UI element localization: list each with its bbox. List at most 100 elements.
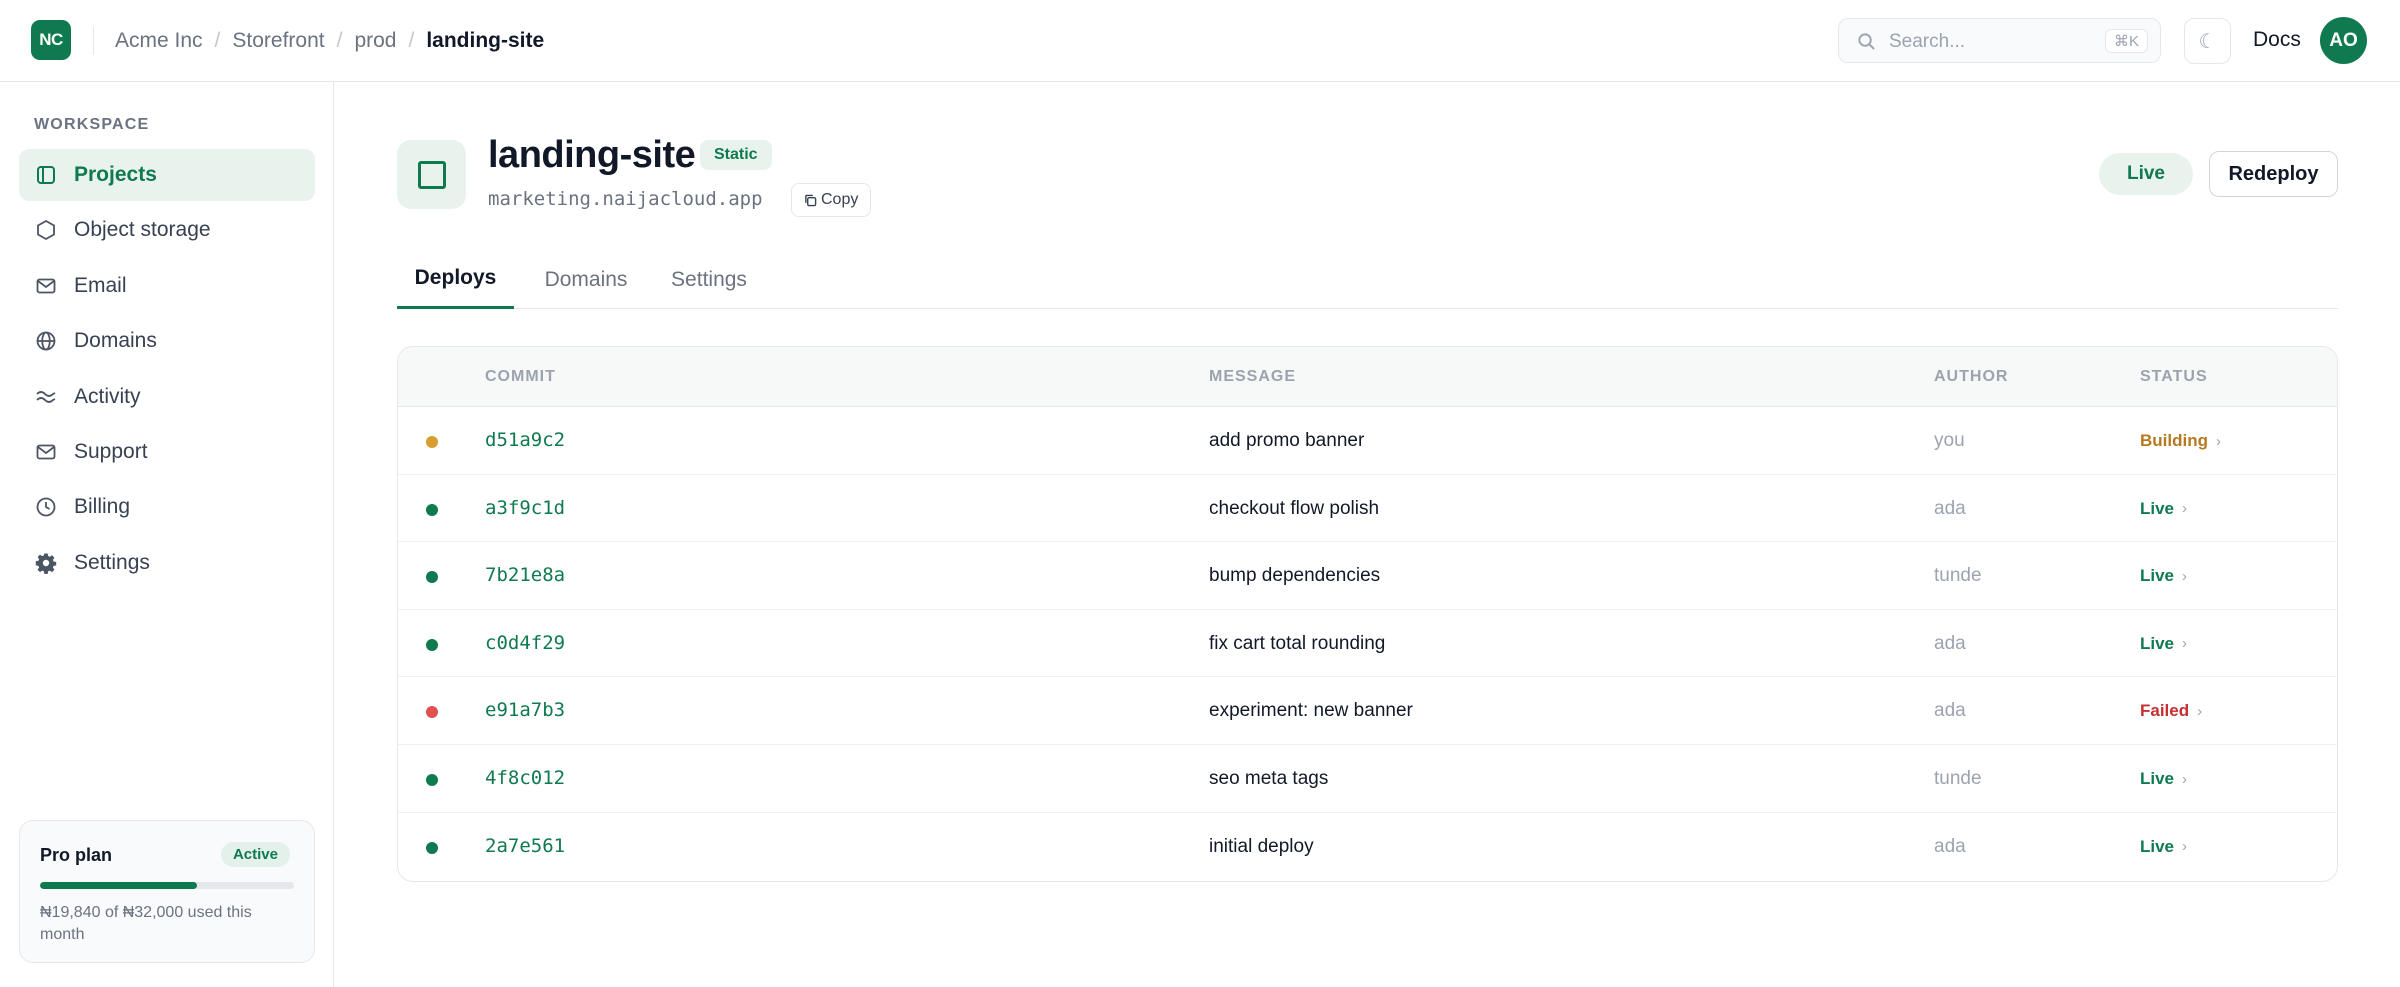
commit-message: bump dependencies bbox=[1209, 565, 1381, 587]
table-row[interactable]: c0d4f29 fix cart total rounding ada Live › bbox=[398, 610, 2337, 678]
sidebar-nav: Projects Object storage Email Domains Ac… bbox=[19, 149, 315, 592]
plan-name: Pro plan bbox=[40, 845, 113, 865]
project-url: marketing.naijacloud.app bbox=[488, 188, 763, 210]
table-row[interactable]: d51a9c2 add promo banner you Building › bbox=[398, 407, 2337, 475]
top-bar: NC Acme Inc / Storefront / prod / landin… bbox=[0, 0, 2400, 82]
commit-author: ada bbox=[1934, 700, 1966, 722]
tab-bar: Deploys Domains Settings bbox=[397, 250, 2338, 309]
search-icon bbox=[1858, 33, 1875, 50]
commit-author: ada bbox=[1934, 835, 1966, 857]
sidebar-item-settings[interactable]: Settings bbox=[19, 537, 315, 589]
sidebar-item-billing[interactable]: Billing bbox=[19, 481, 315, 533]
status-badge[interactable]: Live › bbox=[2140, 566, 2187, 586]
copy-icon bbox=[805, 194, 817, 206]
commit-author: ada bbox=[1934, 632, 1966, 654]
table-row[interactable]: 4f8c012 seo meta tags tunde Live › bbox=[398, 745, 2337, 813]
avatar[interactable]: AO bbox=[2320, 17, 2367, 64]
redeploy-button[interactable]: Redeploy bbox=[2209, 151, 2338, 197]
sidebar-section-label: WORKSPACE bbox=[34, 116, 150, 133]
status-badge[interactable]: Live › bbox=[2140, 837, 2187, 857]
search-input[interactable]: Search... ⌘K bbox=[1838, 18, 2161, 63]
theme-toggle-button[interactable]: ☾ bbox=[2184, 18, 2231, 64]
status-label: Building bbox=[2140, 431, 2208, 450]
tab-settings[interactable]: Settings bbox=[659, 250, 759, 309]
table-header: COMMIT MESSAGE AUTHOR STATUS bbox=[398, 347, 2337, 407]
breadcrumb-project[interactable]: Storefront bbox=[232, 29, 324, 53]
status-dot bbox=[426, 503, 438, 516]
project-type-badge: Static bbox=[700, 140, 772, 170]
search-shortcut: ⌘K bbox=[2104, 29, 2148, 53]
sidebar-item-activity[interactable]: Activity bbox=[19, 371, 315, 423]
status-dot bbox=[426, 638, 438, 651]
sidebar-item-label: Domains bbox=[74, 329, 157, 353]
breadcrumb: Acme Inc / Storefront / prod / landing-s… bbox=[115, 0, 544, 82]
column-header-status: STATUS bbox=[2140, 368, 2208, 385]
status-badge[interactable]: Failed › bbox=[2140, 701, 2202, 721]
status-label: Live bbox=[2140, 633, 2175, 653]
sidebar-item-domains[interactable]: Domains bbox=[19, 315, 315, 367]
tab-deploys[interactable]: Deploys bbox=[397, 250, 514, 309]
commit-message: experiment: new banner bbox=[1209, 700, 1413, 722]
status-label: Live bbox=[2140, 769, 2175, 788]
status-dot bbox=[426, 841, 438, 854]
status-badge[interactable]: Live › bbox=[2140, 769, 2187, 789]
status-dot bbox=[426, 706, 438, 719]
commit-message: seo meta tags bbox=[1209, 768, 1329, 789]
search-placeholder: Search... bbox=[1889, 31, 1966, 52]
breadcrumb-separator: / bbox=[408, 29, 415, 52]
chevron-right-icon: › bbox=[2182, 567, 2188, 585]
mail-icon bbox=[36, 278, 56, 294]
deploys-table: COMMIT MESSAGE AUTHOR STATUS d51a9c2 add … bbox=[397, 346, 2338, 882]
status-dot bbox=[426, 436, 438, 448]
sidebar-item-projects[interactable]: Projects bbox=[19, 149, 315, 201]
support-icon bbox=[36, 444, 56, 460]
gear-icon bbox=[35, 553, 57, 574]
commit-author: tunde bbox=[1934, 565, 1982, 587]
column-header-author: AUTHOR bbox=[1934, 368, 2009, 385]
brand-logo[interactable]: NC bbox=[31, 20, 71, 60]
breadcrumb-org[interactable]: Acme Inc bbox=[115, 29, 203, 53]
commit-hash[interactable]: e91a7b3 bbox=[485, 699, 565, 721]
status-dot bbox=[426, 571, 438, 584]
sidebar-item-object-storage[interactable]: Object storage bbox=[19, 204, 315, 256]
chevron-right-icon: › bbox=[2182, 838, 2188, 856]
table-row[interactable]: e91a7b3 experiment: new banner ada Failed › bbox=[398, 677, 2337, 745]
table-row[interactable]: a3f9c1d checkout flow polish ada Live › bbox=[398, 475, 2337, 543]
commit-hash[interactable]: 2a7e561 bbox=[485, 835, 565, 857]
moon-icon: ☾ bbox=[2198, 30, 2217, 53]
plan-usage-text: ₦19,840 of ₦32,000 used this month bbox=[40, 904, 252, 943]
commit-message: checkout flow polish bbox=[1209, 497, 1380, 519]
sidebar: WORKSPACE Projects Object storage Email … bbox=[0, 82, 334, 987]
chevron-right-icon: › bbox=[2182, 500, 2188, 518]
copy-url-button[interactable]: Copy bbox=[791, 183, 872, 217]
sidebar-item-email[interactable]: Email bbox=[19, 260, 315, 312]
commit-hash[interactable]: 4f8c012 bbox=[485, 767, 565, 789]
commit-hash[interactable]: c0d4f29 bbox=[485, 632, 565, 654]
commit-hash[interactable]: d51a9c2 bbox=[485, 429, 565, 451]
docs-link[interactable]: Docs bbox=[2253, 28, 2301, 52]
table-row[interactable]: 2a7e561 initial deploy ada Live › bbox=[398, 813, 2337, 881]
breadcrumb-environment[interactable]: prod bbox=[354, 29, 396, 53]
status-badge[interactable]: Live › bbox=[2140, 634, 2187, 654]
commit-author: you bbox=[1934, 430, 1965, 451]
status-badge[interactable]: Building › bbox=[2140, 431, 2221, 451]
status-label: Failed bbox=[2140, 701, 2190, 721]
sidebar-item-support[interactable]: Support bbox=[19, 426, 315, 478]
square-icon bbox=[417, 160, 446, 189]
sidebar-item-label: Activity bbox=[74, 384, 141, 408]
breadcrumb-separator: / bbox=[336, 29, 343, 52]
globe-icon bbox=[36, 331, 56, 351]
commit-message: initial deploy bbox=[1209, 835, 1314, 857]
tab-domains[interactable]: Domains bbox=[531, 250, 641, 309]
status-badge[interactable]: Live › bbox=[2140, 499, 2187, 519]
plan-usage-fill bbox=[40, 882, 198, 889]
commit-hash[interactable]: a3f9c1d bbox=[485, 497, 565, 519]
commit-author: tunde bbox=[1934, 768, 1982, 789]
table-row[interactable]: 7b21e8a bump dependencies tunde Live › bbox=[398, 542, 2337, 610]
commit-hash[interactable]: 7b21e8a bbox=[485, 564, 565, 586]
plan-card: Pro plan Active ₦19,840 of ₦32,000 used … bbox=[19, 820, 315, 963]
copy-label: Copy bbox=[821, 191, 859, 208]
commit-message: add promo banner bbox=[1209, 430, 1365, 451]
commit-message: fix cart total rounding bbox=[1209, 632, 1386, 654]
chevron-right-icon: › bbox=[2215, 432, 2221, 450]
